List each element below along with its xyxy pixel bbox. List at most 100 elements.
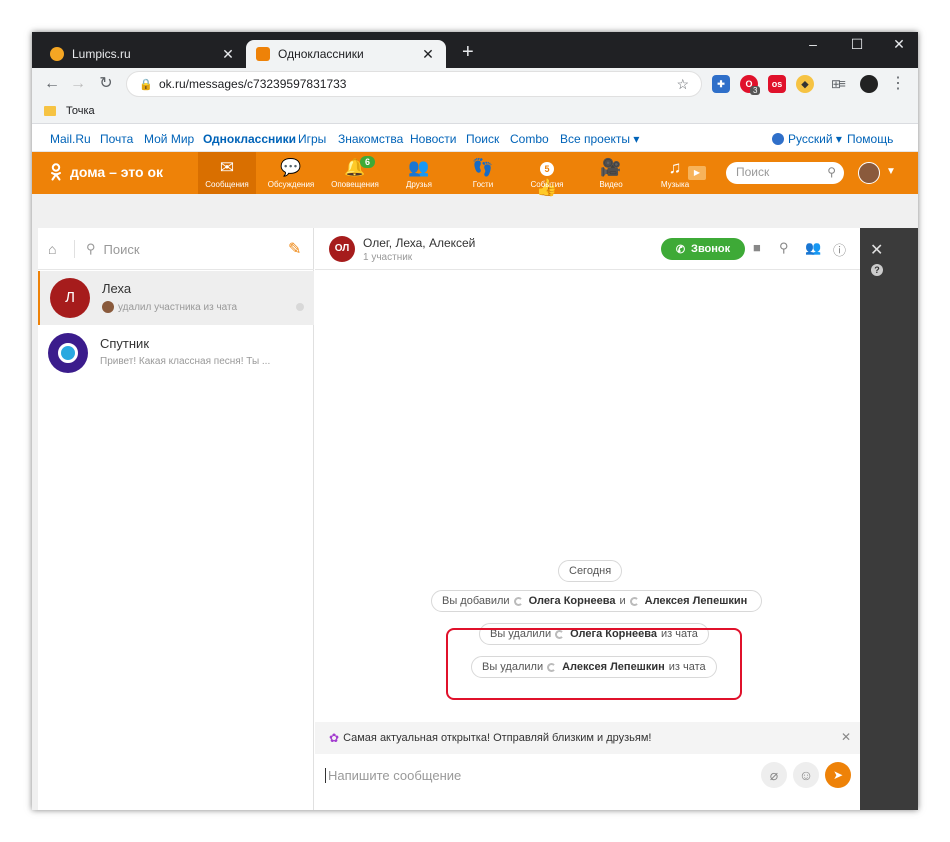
music-icon: ♫ (668, 158, 682, 177)
help-icon[interactable]: ? (871, 264, 883, 276)
url-text: ok.ru/messages/c73239597831733 (159, 77, 347, 91)
sputnik-logo-icon (58, 343, 78, 363)
nav-label: Гости (472, 180, 494, 189)
nav-discussions[interactable]: 💬 Обсуждения (262, 152, 320, 194)
link-pochta[interactable]: Почта (100, 132, 133, 146)
chat-title[interactable]: Олег, Леха, Алексей (363, 236, 475, 250)
forward-arrow-icon[interactable]: → (68, 74, 88, 94)
bookmark-item[interactable]: Точка (66, 105, 95, 117)
bookmark-star-icon[interactable]: ☆ (676, 76, 689, 93)
call-button[interactable]: ✆ Звонок (661, 238, 745, 260)
nav-messages[interactable]: ✉ Сообщения (198, 152, 256, 194)
maximize-icon[interactable]: ☐ (842, 36, 872, 53)
language-label: Русский ▾ (788, 132, 842, 146)
ok-favicon-icon (256, 47, 270, 61)
phone-icon: ✆ (675, 243, 686, 256)
nav-notifications[interactable]: 🔔 6 Оповещения (326, 152, 384, 194)
message-composer: Напишите сообщение ⌀ ☺ ➤ (315, 754, 860, 796)
search-icon: ⚲ (827, 165, 836, 179)
window-close-icon[interactable]: ✕ (884, 36, 914, 53)
participants-count[interactable]: 1 участник (363, 252, 412, 263)
tab-close-icon[interactable]: ✕ (420, 46, 436, 63)
new-tab-button[interactable]: + (462, 42, 474, 62)
link-combo[interactable]: Combo (510, 132, 549, 146)
link-help[interactable]: Помощь (847, 132, 893, 146)
search-icon[interactable]: ⚲ (779, 240, 789, 256)
video-call-icon[interactable]: ■ (753, 240, 761, 255)
chat-name: Спутник (100, 336, 150, 351)
shield-extension-icon[interactable]: ◆ (796, 75, 814, 93)
emoji-icon[interactable]: ☺ (793, 762, 819, 788)
chat-item-sputnik[interactable]: Спутник Привет! Какая классная песня! Ты… (38, 326, 314, 380)
avatar: Л (50, 278, 90, 318)
events-count: 5 (540, 161, 554, 176)
link-odnoklassniki[interactable]: Одноклассники (203, 132, 296, 146)
nav-guests[interactable]: 👣 Гости (454, 152, 512, 194)
lock-icon: 🔒 (139, 78, 153, 91)
chat-search-input[interactable]: ⚲ Поиск (86, 241, 140, 257)
tab-lumpics[interactable]: Lumpics.ru ✕ (40, 40, 246, 68)
nav-video[interactable]: 🎥 Видео (582, 152, 640, 194)
reading-list-icon[interactable]: ≡ (832, 74, 852, 94)
link-znakomstva[interactable]: Знакомства (338, 132, 403, 146)
menu-dots-icon[interactable]: ⋮ (888, 74, 908, 94)
nav-label: Оповещения (331, 180, 379, 189)
promo-text: Самая актуальная открытка! Отправляй бли… (343, 732, 652, 744)
link-all-projects[interactable]: Все проекты ▾ (560, 132, 639, 146)
postcard-promo-banner[interactable]: ✿ Самая актуальная открытка! Отправляй бл… (315, 722, 860, 754)
envelope-icon: ✉ (219, 158, 235, 177)
search-icon: ⚲ (86, 241, 96, 256)
link-poisk[interactable]: Поиск (466, 132, 499, 146)
chat-item-lekha[interactable]: Л Леха удалил участника из чата (38, 271, 314, 325)
events-icon: 5👍 (536, 158, 558, 197)
footprints-icon: 👣 (472, 158, 494, 177)
folder-icon (44, 106, 56, 116)
participants-icon[interactable]: 👥 (805, 240, 821, 256)
link-novosti[interactable]: Новости (410, 132, 456, 146)
message-input[interactable]: Напишите сообщение (325, 768, 461, 783)
nav-friends[interactable]: 👥 Друзья (390, 152, 448, 194)
link-moi-mir[interactable]: Мой Мир (144, 132, 194, 146)
user-link[interactable]: Олега Корнеева (529, 595, 616, 607)
back-arrow-icon[interactable]: ← (42, 74, 62, 94)
ok-logo[interactable]: дома – это ок (50, 163, 163, 181)
vpn-extension-icon[interactable]: ✚ (712, 75, 730, 93)
chat-preview-text: Привет! Какая классная песня! Ты ... (100, 356, 271, 367)
paperclip-icon[interactable]: ⌀ (761, 762, 787, 788)
chat-preview: Привет! Какая классная песня! Ты ... (100, 356, 270, 367)
discussions-icon: 💬 (280, 158, 302, 177)
chevron-down-icon[interactable]: ▼ (886, 166, 896, 177)
tab-close-icon[interactable]: ✕ (220, 46, 236, 63)
chat-search-placeholder: Поиск (103, 241, 140, 257)
home-icon[interactable]: ⌂ (48, 241, 56, 257)
tab-odnoklassniki[interactable]: Одноклассники ✕ (246, 40, 446, 68)
compose-icon[interactable]: ✎ (288, 239, 301, 259)
tab-strip: Lumpics.ru ✕ Одноклассники ✕ + – ☐ ✕ (32, 32, 918, 68)
os-extension-icon[interactable]: os (768, 75, 786, 93)
system-message-added: Вы добавили Олега Корнеева и Алексея Леп… (431, 590, 763, 612)
language-selector[interactable]: Русский ▾ (772, 132, 842, 146)
info-icon[interactable]: ⓘ (833, 240, 846, 259)
address-bar[interactable]: 🔒 ok.ru/messages/c73239597831733 ☆ (126, 71, 702, 97)
close-icon[interactable]: ✕ (870, 240, 883, 260)
send-button[interactable]: ➤ (825, 762, 851, 788)
profile-avatar[interactable] (860, 75, 878, 93)
close-icon[interactable]: ✕ (841, 730, 851, 744)
message-joiner: и (619, 595, 626, 607)
link-igry[interactable]: Игры (298, 132, 326, 146)
chat-main: ОЛ Олег, Леха, Алексей 1 участник ✆ Звон… (315, 228, 860, 810)
lumpics-favicon-icon (50, 47, 64, 61)
user-avatar[interactable] (858, 162, 880, 184)
link-mailru[interactable]: Mail.Ru (50, 132, 91, 146)
minimize-icon[interactable]: – (798, 36, 828, 52)
chat-header: ОЛ Олег, Леха, Алексей 1 участник ✆ Звон… (315, 228, 860, 270)
play-icon[interactable]: ▶ (688, 166, 706, 180)
ok-search-input[interactable]: Поиск ⚲ (726, 162, 844, 184)
chat-name: Леха (102, 281, 132, 296)
avatar (102, 301, 114, 313)
reload-icon[interactable]: ↻ (96, 74, 116, 94)
nav-events[interactable]: 5👍 События (518, 152, 576, 197)
nav-label: Друзья (406, 180, 432, 189)
user-link[interactable]: Алексея Лепешкин (645, 595, 748, 607)
ok-slogan: дома – это ок (70, 164, 163, 180)
